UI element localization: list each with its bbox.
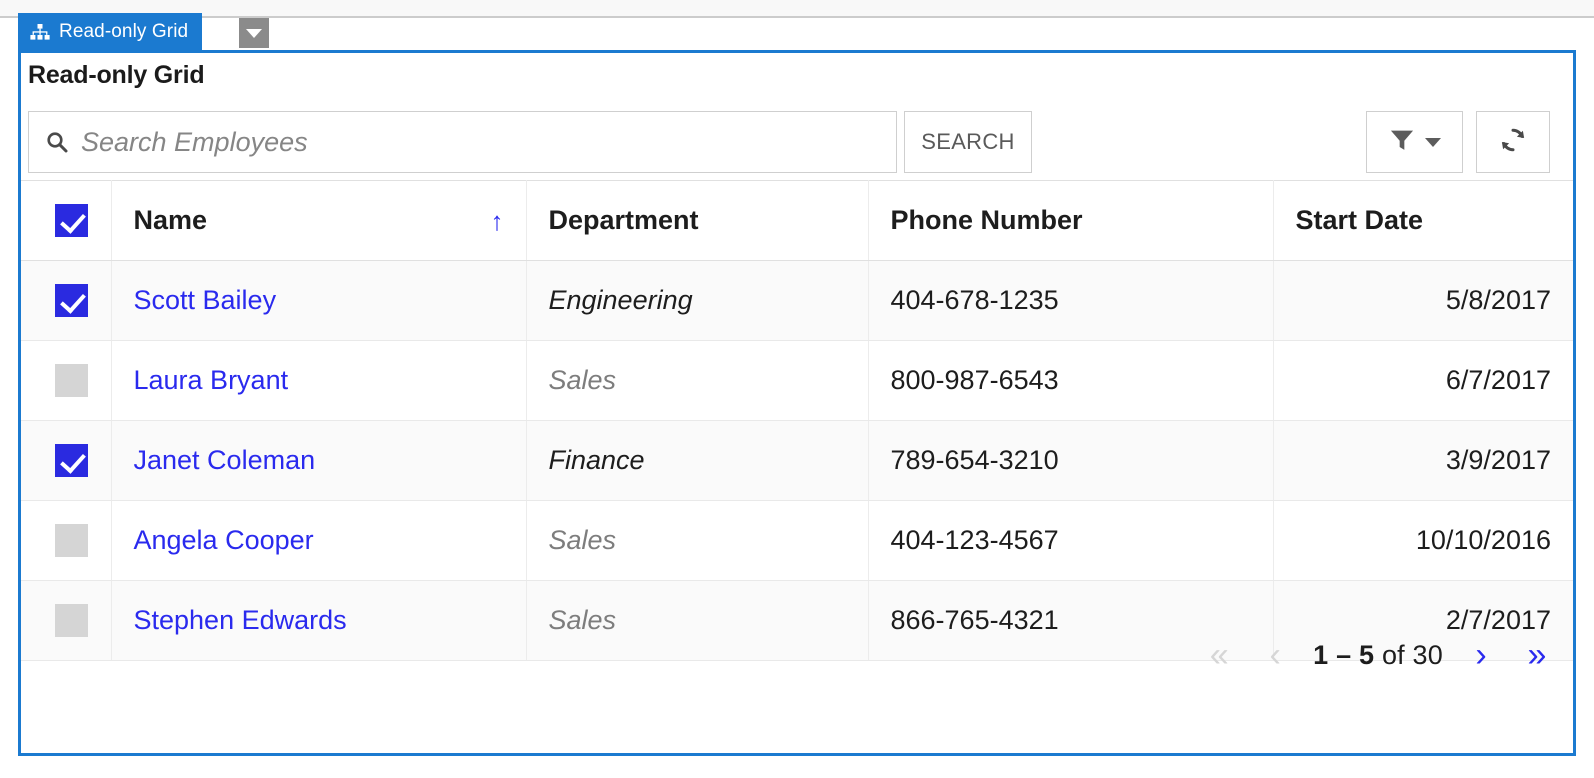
header-start-date[interactable]: Start Date [1273,180,1573,261]
tab-dropdown-button[interactable] [239,18,269,48]
row-phone: 800-987-6543 [868,340,1274,421]
row-checkbox[interactable] [55,524,88,558]
tab-label: Read-only Grid [59,21,189,42]
funnel-icon [1388,126,1416,159]
page-total-value: of 30 [1381,639,1443,670]
row-phone: 404-678-1235 [868,260,1274,341]
row-name-cell: Laura Bryant [111,340,527,421]
tab-strip [0,0,1594,18]
header-phone-number[interactable]: Phone Number [868,180,1274,261]
table-row[interactable]: Angela Cooper Sales 404-123-4567 10/10/2… [21,500,1573,581]
grid-header: Name ↑ Department Phone Number Start Dat… [21,180,1573,261]
row-checkbox[interactable] [55,604,88,638]
row-checkbox[interactable] [55,444,88,478]
row-name-cell: Stephen Edwards [111,580,527,661]
header-name[interactable]: Name ↑ [111,180,527,261]
filter-button[interactable] [1366,111,1463,173]
search-input[interactable] [79,125,859,159]
row-department: Finance [548,445,645,475]
row-department-cell: Finance [526,420,869,501]
page-title: Read-only Grid [28,61,205,89]
grid-body: Scott Bailey Engineering 404-678-1235 5/… [21,260,1573,661]
chevron-down-icon [1425,137,1441,147]
prev-page-button[interactable]: ‹ [1247,627,1303,683]
table-row[interactable]: Janet Coleman Finance 789-654-3210 3/9/2… [21,420,1573,501]
page-range-value: 1 – 5 [1313,639,1375,670]
page-range-text: 1 – 5 of 30 [1303,640,1453,671]
tab-read-only-grid[interactable]: Read-only Grid [18,13,203,51]
row-department-cell: Sales [526,340,869,421]
row-name-link[interactable]: Janet Coleman [134,445,316,475]
row-select-cell [21,260,112,341]
row-start-date: 5/8/2017 [1273,260,1573,341]
app-root: Read-only Grid Read-only Grid SEARCH [0,0,1594,778]
search-icon [45,130,79,154]
row-select-cell [21,580,112,661]
grid-table: Name ↑ Department Phone Number Start Dat… [21,180,1573,661]
arrow-up-icon: ↑ [490,205,504,236]
header-department[interactable]: Department [526,180,869,261]
content-panel: Read-only Grid SEARCH [18,50,1576,756]
data-grid: Name ↑ Department Phone Number Start Dat… [21,180,1573,661]
select-all-checkbox[interactable] [55,204,88,238]
row-department: Sales [548,605,617,635]
sitemap-icon [30,23,50,41]
grid-toolbar: SEARCH [28,106,1568,173]
row-name-cell: Janet Coleman [111,420,527,501]
pagination: « ‹ 1 – 5 of 30 › » [1191,620,1565,690]
row-name-link[interactable]: Angela Cooper [134,525,314,555]
refresh-button[interactable] [1476,111,1550,173]
row-name-cell: Angela Cooper [111,500,527,581]
table-row[interactable]: Laura Bryant Sales 800-987-6543 6/7/2017 [21,340,1573,421]
chevron-down-icon [246,28,262,38]
refresh-icon [1498,125,1528,160]
row-department-cell: Sales [526,500,869,581]
first-page-button[interactable]: « [1191,627,1247,683]
row-checkbox[interactable] [55,364,88,398]
last-page-button[interactable]: » [1509,627,1565,683]
row-department: Sales [548,525,617,555]
table-row[interactable]: Scott Bailey Engineering 404-678-1235 5/… [21,260,1573,341]
row-select-cell [21,340,112,421]
row-name-link[interactable]: Stephen Edwards [134,605,347,635]
row-department-cell: Sales [526,580,869,661]
row-phone: 789-654-3210 [868,420,1274,501]
header-name-label: Name [133,205,208,235]
row-start-date: 6/7/2017 [1273,340,1573,421]
row-select-cell [21,420,112,501]
search-button[interactable]: SEARCH [904,111,1032,173]
search-field[interactable] [28,111,897,173]
row-department: Engineering [548,285,693,315]
header-select-all-cell [21,180,112,261]
row-department: Sales [548,365,617,395]
row-start-date: 10/10/2016 [1273,500,1573,581]
row-start-date: 3/9/2017 [1273,420,1573,501]
header-row: Name ↑ Department Phone Number Start Dat… [21,180,1573,261]
row-department-cell: Engineering [526,260,869,341]
row-name-link[interactable]: Scott Bailey [134,285,277,315]
row-phone: 404-123-4567 [868,500,1274,581]
row-select-cell [21,500,112,581]
next-page-button[interactable]: › [1453,627,1509,683]
row-name-link[interactable]: Laura Bryant [134,365,289,395]
row-checkbox[interactable] [55,284,88,318]
row-name-cell: Scott Bailey [111,260,527,341]
